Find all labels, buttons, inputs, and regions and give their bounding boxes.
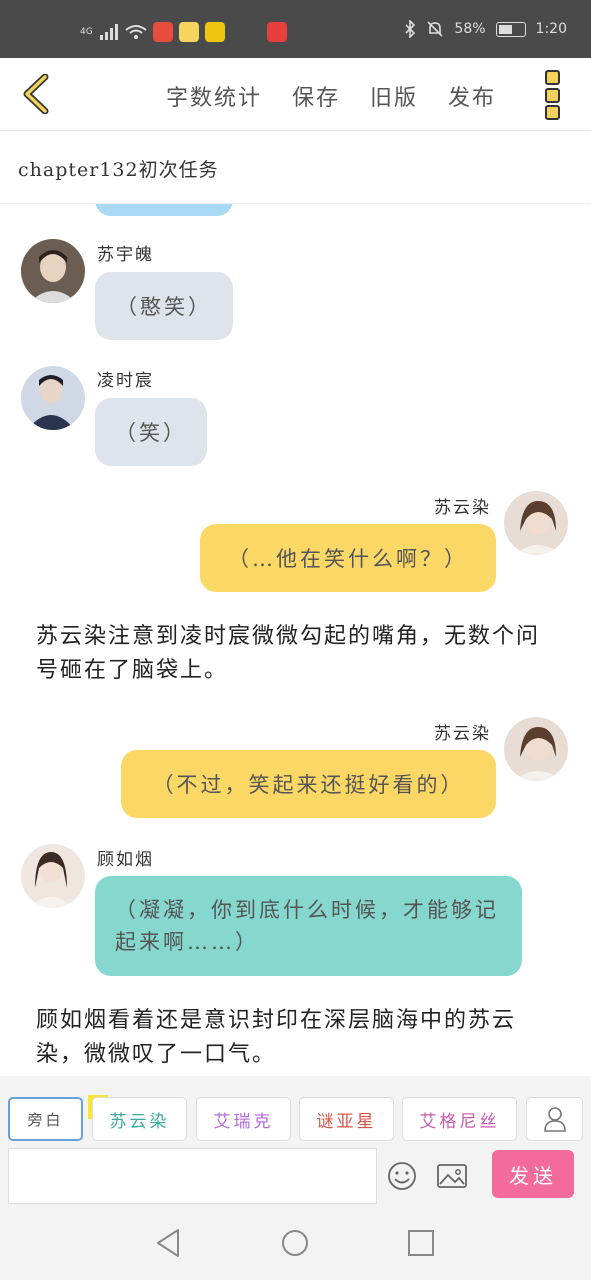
role-button[interactable]: 艾瑞克 bbox=[196, 1097, 291, 1141]
narration-role-button[interactable]: 旁白 bbox=[8, 1097, 83, 1141]
person-icon bbox=[543, 1107, 566, 1132]
send-label: 发送 bbox=[509, 1163, 557, 1188]
add-role-button[interactable] bbox=[526, 1097, 583, 1141]
avatar[interactable] bbox=[21, 239, 85, 303]
message-input[interactable] bbox=[8, 1148, 377, 1204]
word-count-button[interactable]: 字数统计 bbox=[166, 80, 262, 112]
chat-bubble[interactable]: （凝凝，你到底什么时候，才能够记起来啊……） bbox=[95, 876, 522, 976]
avatar[interactable] bbox=[504, 491, 568, 555]
chat-bubble[interactable]: （憨笑） bbox=[95, 272, 233, 340]
sender-name: 顾如烟 bbox=[97, 850, 154, 870]
role-label: 苏云染 bbox=[109, 1111, 170, 1132]
chapter-title[interactable]: chapter132初次任务 bbox=[18, 155, 219, 182]
sender-name: 苏云染 bbox=[434, 498, 491, 518]
avatar[interactable] bbox=[21, 366, 85, 430]
sender-name: 苏云染 bbox=[434, 724, 491, 744]
recents-nav-icon[interactable] bbox=[404, 1226, 438, 1260]
chat-bubble[interactable]: （不过，笑起来还挺好看的） bbox=[121, 750, 496, 818]
chat-area[interactable]: 苏宇魄 （憨笑） 凌时宸 （笑） 苏云染 （…他在笑什么啊？） 苏云染注意到凌时… bbox=[0, 204, 591, 1076]
app-icon bbox=[152, 22, 173, 42]
app-icon bbox=[204, 22, 225, 42]
role-label: 谜亚星 bbox=[316, 1111, 377, 1132]
chat-bubble-text: （凝凝，你到底什么时候，才能够记起来啊……） bbox=[115, 898, 499, 954]
role-label: 旁白 bbox=[27, 1110, 64, 1129]
old-version-button[interactable]: 旧版 bbox=[370, 80, 418, 112]
app-icon bbox=[266, 22, 287, 42]
role-label: 艾瑞克 bbox=[213, 1111, 274, 1132]
more-dot-icon bbox=[545, 70, 560, 85]
system-nav-bar bbox=[0, 1206, 591, 1280]
chat-bubble-partial[interactable] bbox=[95, 204, 233, 216]
more-dot-icon bbox=[545, 87, 560, 103]
back-button[interactable] bbox=[14, 72, 58, 116]
battery-percent: 58% bbox=[454, 21, 486, 37]
header-actions: 字数统计 保存 旧版 发布 bbox=[166, 80, 496, 112]
mute-bell-icon bbox=[427, 21, 443, 37]
sender-name: 凌时宸 bbox=[97, 371, 154, 391]
battery-icon bbox=[495, 21, 526, 37]
role-button[interactable]: 谜亚星 bbox=[299, 1097, 394, 1141]
more-dot-icon bbox=[545, 105, 560, 120]
publish-button[interactable]: 发布 bbox=[448, 80, 496, 112]
home-nav-icon[interactable] bbox=[278, 1226, 312, 1260]
chat-bubble[interactable]: （…他在笑什么啊？） bbox=[200, 524, 496, 592]
signal-icon bbox=[99, 24, 118, 40]
chat-bubble[interactable]: （笑） bbox=[95, 398, 207, 466]
narration-text[interactable]: 顾如烟看着还是意识封印在深层脑海中的苏云染，微微叹了一口气。 bbox=[36, 1004, 561, 1072]
composer: 旁白 主 苏云染 艾瑞克 谜亚星 艾格尼丝 发送 bbox=[0, 1076, 591, 1206]
network-type: 4G bbox=[80, 27, 93, 37]
wifi-icon bbox=[125, 25, 147, 39]
status-right: 58% 1:20 bbox=[404, 20, 567, 38]
battery-level bbox=[498, 24, 513, 34]
back-nav-icon[interactable] bbox=[152, 1226, 186, 1260]
app-icon bbox=[178, 22, 199, 42]
save-button[interactable]: 保存 bbox=[292, 80, 340, 112]
emoji-icon[interactable] bbox=[386, 1160, 418, 1192]
avatar[interactable] bbox=[21, 844, 85, 908]
role-label: 艾格尼丝 bbox=[419, 1111, 500, 1132]
status-left: 4G bbox=[80, 22, 287, 42]
editor-header: 字数统计 保存 旧版 发布 bbox=[0, 58, 591, 131]
narration-text[interactable]: 苏云染注意到凌时宸微微勾起的嘴角，无数个问号砸在了脑袋上。 bbox=[36, 620, 561, 688]
role-button[interactable]: 艾格尼丝 bbox=[402, 1097, 517, 1141]
image-icon[interactable] bbox=[436, 1160, 468, 1192]
chapter-bar: chapter132初次任务 bbox=[0, 131, 591, 204]
more-menu-button[interactable] bbox=[545, 70, 567, 120]
avatar[interactable] bbox=[504, 717, 568, 781]
clock: 1:20 bbox=[535, 21, 567, 37]
send-button[interactable]: 发送 bbox=[492, 1150, 574, 1198]
chevron-left-icon bbox=[23, 74, 49, 114]
sender-name: 苏宇魄 bbox=[97, 245, 154, 265]
bluetooth-icon bbox=[405, 20, 416, 38]
role-button[interactable]: 苏云染 bbox=[92, 1097, 187, 1141]
status-bar: 4G 58% 1:20 bbox=[0, 0, 591, 58]
